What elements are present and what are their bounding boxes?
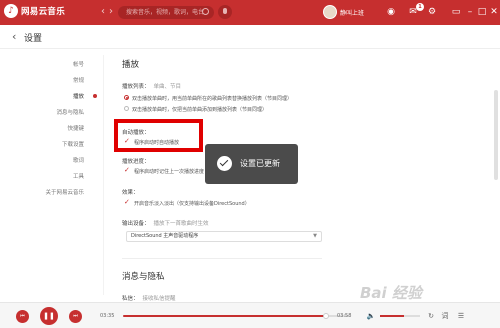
maximize-icon[interactable]: □ bbox=[476, 6, 488, 18]
progress-fill bbox=[123, 315, 327, 317]
content-scrollbar[interactable] bbox=[494, 90, 498, 180]
volume-fill bbox=[380, 315, 404, 317]
progress-label: 播放进度： bbox=[122, 159, 150, 165]
previous-icon[interactable]: ⏮ bbox=[16, 310, 29, 323]
sidebar-item-shortcuts[interactable]: 快捷键 bbox=[67, 124, 84, 132]
active-indicator bbox=[93, 94, 97, 98]
search-icon[interactable] bbox=[202, 8, 209, 15]
volume-slider[interactable] bbox=[380, 315, 420, 317]
page-title: 设置 bbox=[24, 34, 43, 44]
output-device-value: DirectSound 主声音驱动程序 bbox=[131, 233, 199, 239]
output-device-select[interactable]: DirectSound 主声音驱动程序 ▼ bbox=[126, 231, 322, 242]
toast-notification: 设置已更新 bbox=[205, 144, 298, 184]
effect-label: 效果： bbox=[122, 190, 139, 196]
radio-replace-playlist-label[interactable]: 双击播放单曲时，用当前单曲所在的歌曲列表替换播放列表（节目同理） bbox=[132, 95, 292, 102]
pause-icon[interactable]: ❚❚ bbox=[40, 307, 58, 325]
radio-replace-playlist[interactable] bbox=[124, 95, 129, 100]
forward-nav-icon[interactable]: › bbox=[105, 6, 117, 18]
chevron-down-icon: ▼ bbox=[313, 233, 317, 239]
sidebar-item-tools[interactable]: 工具 bbox=[73, 172, 84, 180]
next-icon[interactable]: ⏭ bbox=[69, 310, 82, 323]
radio-add-to-playlist[interactable] bbox=[124, 106, 129, 111]
sidebar-item-download[interactable]: 下载设置 bbox=[62, 140, 84, 148]
sidebar-item-general[interactable]: 常规 bbox=[73, 76, 84, 84]
fade-checkbox[interactable]: ✓ bbox=[124, 199, 130, 206]
toast-text: 设置已更新 bbox=[240, 159, 280, 168]
dm-label: 私信： 接收私信提醒 bbox=[122, 296, 176, 302]
player-bar: ⏮ ❚❚ ⏭ 03:35 03:58 🔈 ↻ 词 ☰ bbox=[0, 302, 500, 328]
check-circle-icon bbox=[217, 156, 232, 171]
message-badge: 1 bbox=[416, 3, 424, 11]
sidebar-divider bbox=[103, 55, 104, 295]
volume-icon[interactable]: 🔈 bbox=[366, 311, 376, 321]
gear-icon[interactable]: ⚙ bbox=[426, 6, 438, 18]
sidebar-item-lyrics[interactable]: 歌词 bbox=[73, 156, 84, 164]
sidebar-item-privacy[interactable]: 消息与隐私 bbox=[56, 108, 84, 116]
playlist-hint: 单曲、节目 bbox=[153, 84, 182, 90]
app-logo[interactable]: ♪ 网易云音乐 bbox=[4, 4, 65, 18]
mini-mode-icon[interactable]: ▭ bbox=[450, 6, 462, 18]
sidebar-item-playback[interactable]: 播放 bbox=[73, 92, 84, 100]
sidebar-item-account[interactable]: 帐号 bbox=[73, 60, 84, 68]
microphone-icon[interactable] bbox=[218, 5, 232, 19]
close-icon[interactable]: ✕ bbox=[488, 6, 500, 18]
lyrics-icon[interactable]: 词 bbox=[440, 311, 450, 321]
remember-progress-checkbox[interactable]: ✓ bbox=[124, 167, 130, 174]
playlist-icon[interactable]: ☰ bbox=[456, 311, 466, 321]
minimize-icon[interactable]: – bbox=[464, 6, 476, 18]
radio-add-to-playlist-label[interactable]: 双击播放单曲时，仅把当前单曲添加到播放列表（节目同理） bbox=[132, 106, 267, 113]
search-input[interactable]: 搜索音乐，视频，歌词，电台 bbox=[118, 6, 214, 19]
sidebar-item-about[interactable]: 关于网易云音乐 bbox=[45, 188, 84, 196]
section-title-playback: 播放 bbox=[122, 60, 140, 70]
page-header: ‹ 设置 bbox=[0, 25, 500, 49]
title-bar: ♪ 网易云音乐 ‹ › 搜索音乐，视频，歌词，电台 静叫上班 ◉ ✉ 1 ⚙ ▭… bbox=[0, 0, 500, 25]
app-name: 网易云音乐 bbox=[21, 7, 66, 17]
progress-knob[interactable] bbox=[323, 313, 330, 319]
netease-music-logo-icon: ♪ bbox=[4, 4, 18, 18]
watermark: Bai 经验 bbox=[360, 284, 422, 302]
progress-bar[interactable] bbox=[123, 313, 349, 319]
highlight-box bbox=[114, 119, 203, 152]
playlist-label: 播放列表： 单曲、节目 bbox=[122, 84, 182, 90]
play-mode-icon[interactable]: ↻ bbox=[426, 311, 436, 321]
chevron-left-icon[interactable]: ‹ bbox=[12, 30, 16, 43]
remember-progress-label[interactable]: 程序启动时记住上一次播放进度 bbox=[134, 168, 204, 175]
tshirt-icon[interactable]: ◉ bbox=[385, 6, 397, 18]
section-title-privacy: 消息与隐私 bbox=[122, 272, 165, 282]
fade-option-label[interactable]: 开启音乐淡入淡出（仅支持输出设备DirectSound） bbox=[134, 200, 250, 207]
output-label: 输出设备： 播放下一首歌曲时生效 bbox=[122, 221, 209, 227]
section-divider bbox=[122, 258, 322, 259]
total-time: 03:58 bbox=[337, 313, 352, 319]
search-placeholder: 搜索音乐，视频，歌词，电台 bbox=[126, 9, 205, 16]
avatar[interactable] bbox=[323, 5, 337, 19]
username[interactable]: 静叫上班 bbox=[340, 8, 364, 17]
output-hint: 播放下一首歌曲时生效 bbox=[153, 221, 209, 227]
current-time: 03:35 bbox=[100, 313, 115, 319]
